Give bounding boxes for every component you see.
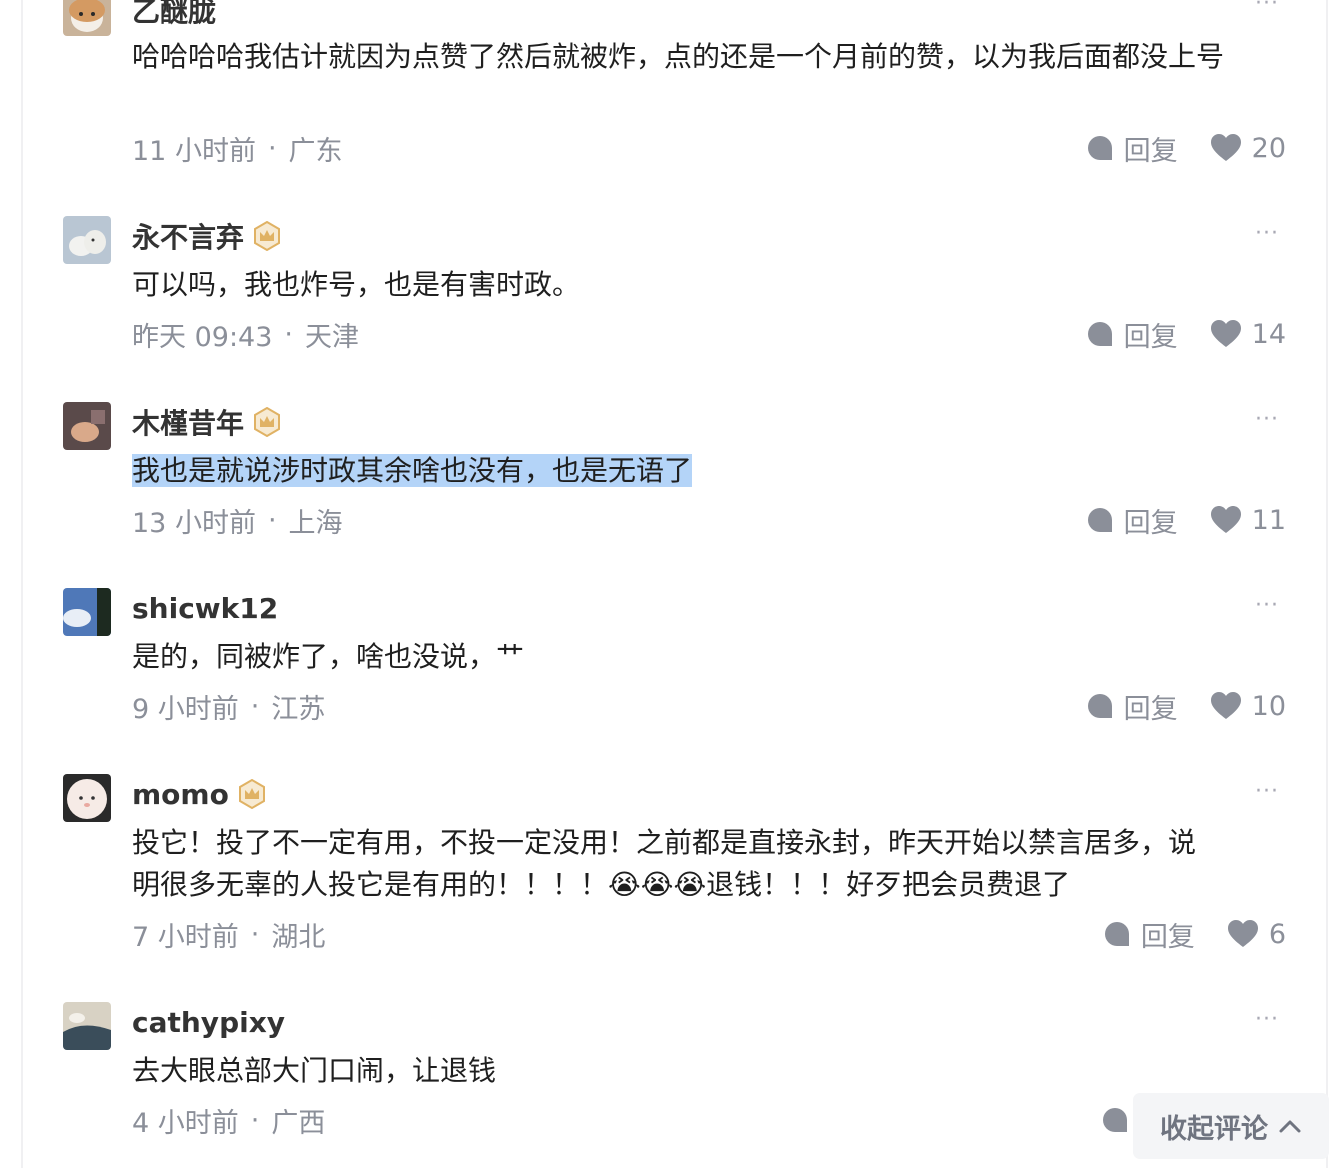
comment-actions: 回复 20	[1086, 128, 1286, 168]
timestamp: 11 小时前	[132, 135, 256, 167]
username[interactable]: momo	[132, 778, 229, 811]
crown-badge-icon	[238, 779, 265, 809]
comment-meta: 7 小时前 · 湖北	[132, 914, 325, 954]
location: 上海	[288, 507, 343, 539]
username[interactable]: 永不言弃	[132, 216, 244, 256]
timestamp: 13 小时前	[132, 507, 256, 539]
like-count: 20	[1251, 132, 1286, 164]
like-count: 6	[1268, 918, 1286, 950]
more-options-icon[interactable]: ···	[1252, 781, 1282, 806]
avatar[interactable]	[63, 774, 111, 822]
crown-badge-icon	[254, 407, 281, 437]
comment-text: 去大眼总部大门口闹，让退钱	[132, 1054, 497, 1087]
comment-bubble-icon[interactable]	[1101, 1106, 1129, 1134]
username[interactable]: 乙醚胧	[132, 0, 216, 30]
photo-avatar	[63, 402, 111, 450]
comment-meta: 13 小时前 · 上海	[132, 500, 343, 540]
reply-button[interactable]: 回复	[1124, 687, 1178, 726]
timestamp: 7 小时前	[132, 921, 239, 953]
chevron-up-icon	[1279, 1120, 1301, 1133]
location: 江苏	[271, 693, 326, 725]
separator-dot: ·	[267, 504, 277, 536]
username[interactable]: 木槿昔年	[132, 402, 244, 442]
comment-text: 是的，同被炸了，啥也没说，艹	[132, 640, 525, 673]
comment-bubble-icon[interactable]	[1086, 134, 1114, 162]
timestamp: 昨天 09:43	[132, 321, 273, 353]
comment-actions: 回复 10	[1086, 686, 1286, 726]
comment-text: 我也是就说涉时政其余啥也没有，也是无语了	[132, 450, 1282, 492]
comment-bubble-icon[interactable]	[1086, 320, 1114, 348]
reply-button[interactable]: 回复	[1124, 129, 1178, 168]
comment-bubble-icon[interactable]	[1103, 920, 1131, 948]
more-options-icon[interactable]: ···	[1252, 1009, 1282, 1034]
polar-bear-avatar	[63, 216, 111, 264]
separator-dot: ·	[250, 1104, 260, 1136]
shiba-dog-avatar	[63, 0, 111, 36]
more-options-icon[interactable]: ···	[1252, 0, 1282, 18]
reply-button[interactable]: 回复	[1124, 315, 1178, 354]
comment-actions: 回复 11	[1086, 500, 1286, 540]
like-count: 10	[1251, 690, 1286, 722]
comment-meta: 4 小时前 · 广西	[132, 1100, 325, 1140]
more-options-icon[interactable]: ···	[1252, 223, 1282, 248]
timestamp: 4 小时前	[132, 1107, 239, 1139]
like-count: 11	[1251, 504, 1286, 536]
comment-actions: 回复 14	[1086, 314, 1286, 354]
location: 湖北	[271, 921, 326, 953]
avatar[interactable]	[63, 0, 111, 36]
comment-meta: 9 小时前 · 江苏	[132, 686, 325, 726]
collapse-label: 收起评论	[1160, 1113, 1268, 1145]
cartoon-face-avatar	[63, 774, 111, 822]
comment-meta: 昨天 09:43 · 天津	[132, 314, 359, 354]
separator-dot: ·	[284, 318, 293, 350]
reply-button[interactable]: 回复	[1141, 915, 1195, 954]
avatar[interactable]	[63, 588, 111, 636]
comment-meta: 11 小时前 · 广东	[132, 128, 343, 168]
more-options-icon[interactable]: ···	[1252, 595, 1282, 620]
landscape-avatar	[63, 1002, 111, 1050]
comment-actions: 回复 6	[1103, 914, 1286, 954]
location: 广西	[271, 1107, 326, 1139]
comment-text: 哈哈哈哈我估计就因为点赞了然后就被炸，点的还是一个月前的赞，以为我后面都没上号	[132, 40, 1225, 73]
left-border-line	[21, 0, 23, 1168]
avatar[interactable]	[63, 402, 111, 450]
heart-icon[interactable]	[1210, 133, 1242, 163]
location: 广东	[288, 135, 343, 167]
comment-text: 投它！投了不一定有用，不投一定没用！之前都是直接永封，昨天开始以禁言居多，说 明…	[132, 826, 1197, 901]
timestamp: 9 小时前	[132, 693, 239, 725]
selected-text-highlight: 我也是就说涉时政其余啥也没有，也是无语了	[132, 454, 693, 487]
username[interactable]: shicwk12	[132, 592, 278, 625]
avatar[interactable]	[63, 1002, 111, 1050]
crown-badge-icon	[254, 221, 281, 251]
heart-icon[interactable]	[1210, 319, 1242, 349]
heart-icon[interactable]	[1210, 691, 1242, 721]
comment-bubble-icon[interactable]	[1086, 506, 1114, 534]
avatar[interactable]	[63, 216, 111, 264]
location: 天津	[305, 321, 359, 353]
reply-button[interactable]: 回复	[1124, 501, 1178, 540]
crying-emoji-icon: 😭😭😭	[608, 868, 707, 901]
collapse-comments-button[interactable]: 收起评论	[1134, 1094, 1328, 1158]
separator-dot: ·	[250, 690, 260, 722]
sky-avatar	[63, 588, 111, 636]
comment-text: 可以吗，我也炸号，也是有害时政。	[132, 268, 581, 301]
like-count: 14	[1251, 318, 1286, 350]
heart-icon[interactable]	[1210, 505, 1242, 535]
right-border-line	[1326, 0, 1328, 1168]
username[interactable]: cathypixy	[132, 1006, 285, 1039]
more-options-icon[interactable]: ···	[1252, 409, 1282, 434]
separator-dot: ·	[250, 918, 260, 950]
comment-bubble-icon[interactable]	[1086, 692, 1114, 720]
heart-icon[interactable]	[1227, 919, 1259, 949]
separator-dot: ·	[267, 132, 277, 164]
